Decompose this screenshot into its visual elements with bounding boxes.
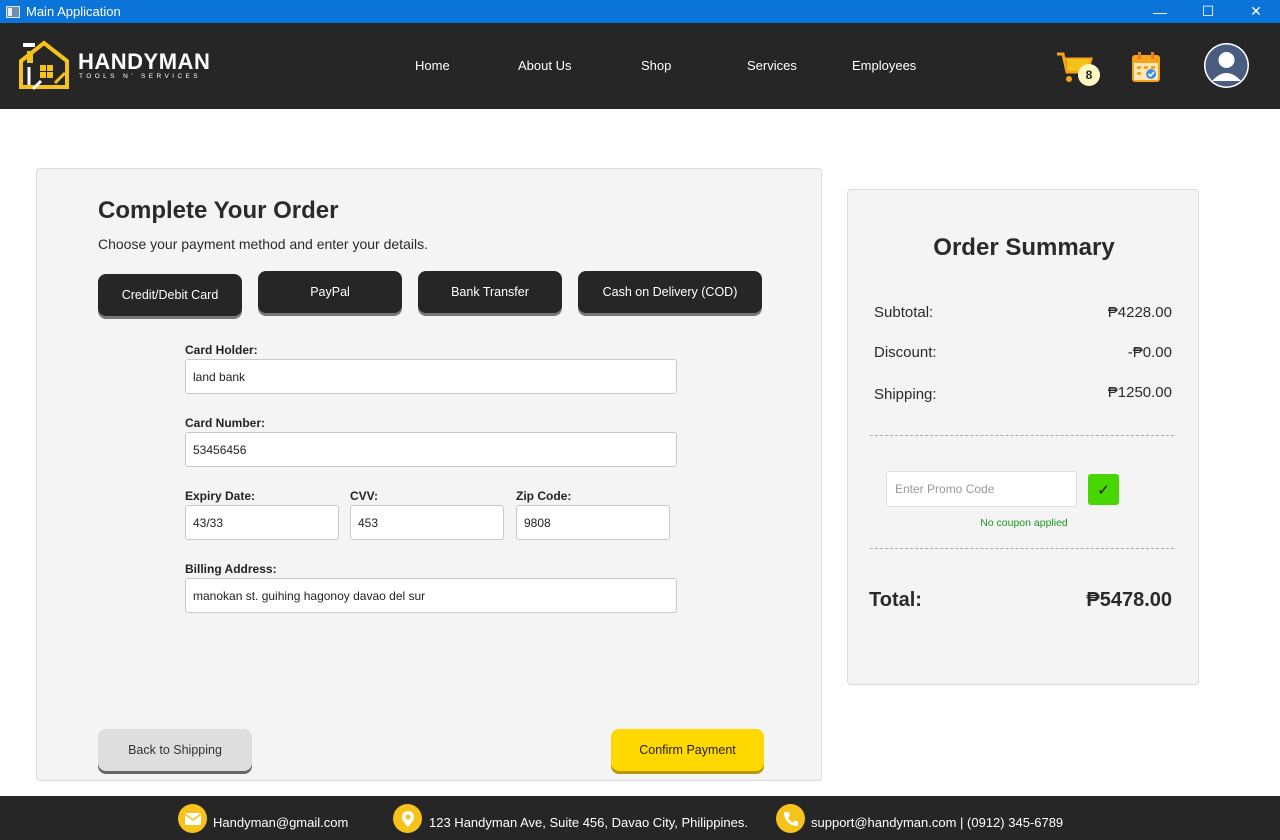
- app-header: HANDYMAN TOOLS N' SERVICES Home About Us…: [0, 23, 1280, 109]
- summary-divider: [870, 435, 1174, 436]
- cvv-input[interactable]: 453: [350, 505, 504, 540]
- nav-home[interactable]: Home: [415, 58, 450, 73]
- close-button[interactable]: ✕: [1232, 0, 1280, 23]
- card-number-label: Card Number:: [185, 416, 266, 430]
- shipping-value: ₱1250.00: [1107, 384, 1172, 401]
- payment-method-bank-transfer-button[interactable]: Bank Transfer: [418, 271, 562, 313]
- footer-email[interactable]: Handyman@gmail.com: [213, 815, 348, 830]
- window-titlebar: Main Application — ☐ ✕: [0, 0, 1280, 23]
- app-icon: [6, 5, 20, 18]
- maximize-button[interactable]: ☐: [1184, 0, 1232, 23]
- brand-name: HANDYMAN: [78, 49, 211, 74]
- payment-method-cod-button[interactable]: Cash on Delivery (COD): [578, 271, 762, 313]
- window-title: Main Application: [26, 4, 121, 19]
- expiry-date-label: Expiry Date:: [185, 489, 256, 503]
- page-subtitle: Choose your payment method and enter you…: [98, 236, 428, 252]
- calendar-icon[interactable]: [1131, 51, 1161, 83]
- profile-avatar[interactable]: [1204, 43, 1249, 88]
- promo-code-input[interactable]: Enter Promo Code: [886, 471, 1077, 507]
- footer-support[interactable]: support@handyman.com | (0912) 345-6789: [811, 815, 1063, 830]
- back-to-shipping-button[interactable]: Back to Shipping: [98, 729, 252, 771]
- shipping-label: Shipping:: [874, 386, 937, 403]
- nav-shop[interactable]: Shop: [641, 58, 671, 73]
- payment-method-card-button[interactable]: Credit/Debit Card: [98, 274, 242, 316]
- cvv-label: CVV:: [350, 489, 379, 503]
- nav-about-us[interactable]: About Us: [518, 58, 571, 73]
- summary-title: Order Summary: [933, 234, 1115, 261]
- total-value: ₱5478.00: [1086, 589, 1172, 611]
- card-holder-label: Card Holder:: [185, 343, 258, 357]
- discount-value: -₱0.00: [1127, 344, 1172, 361]
- card-holder-input[interactable]: land bank: [185, 359, 677, 394]
- nav-employees[interactable]: Employees: [852, 58, 916, 73]
- window-controls: — ☐ ✕: [1136, 0, 1280, 23]
- expiry-date-input[interactable]: 43/33: [185, 505, 339, 540]
- apply-promo-button[interactable]: ✓: [1088, 474, 1119, 505]
- footer-address: 123 Handyman Ave, Suite 456, Davao City,…: [429, 815, 748, 830]
- subtotal-label: Subtotal:: [874, 304, 934, 321]
- phone-icon: [776, 804, 805, 833]
- payment-form-card: Complete Your Order Choose your payment …: [36, 168, 822, 781]
- mail-icon: [178, 804, 207, 833]
- brand-logo[interactable]: HANDYMAN TOOLS N' SERVICES: [15, 37, 215, 93]
- zip-code-label: Zip Code:: [516, 489, 572, 503]
- zip-code-input[interactable]: 9808: [516, 505, 670, 540]
- location-pin-icon: [393, 804, 422, 833]
- app-footer: Handyman@gmail.com 123 Handyman Ave, Sui…: [0, 796, 1280, 840]
- order-summary-card: Order Summary Subtotal: ₱4228.00 Discoun…: [847, 189, 1199, 685]
- discount-label: Discount:: [874, 344, 937, 361]
- coupon-status-text: No coupon applied: [980, 517, 1068, 529]
- payment-method-paypal-button[interactable]: PayPal: [258, 271, 402, 313]
- brand-tagline: TOOLS N' SERVICES: [79, 73, 202, 80]
- minimize-button[interactable]: —: [1136, 0, 1184, 23]
- page-title: Complete Your Order: [98, 197, 339, 224]
- confirm-payment-button[interactable]: Confirm Payment: [611, 729, 764, 771]
- avatar-icon: [1205, 44, 1248, 87]
- nav-services[interactable]: Services: [747, 58, 797, 73]
- summary-divider: [870, 548, 1174, 549]
- cart-count-badge: 8: [1078, 64, 1100, 86]
- subtotal-value: ₱4228.00: [1107, 304, 1172, 321]
- house-logo-icon: [19, 40, 69, 91]
- card-number-input[interactable]: 53456456: [185, 432, 677, 467]
- billing-address-label: Billing Address:: [185, 562, 277, 576]
- billing-address-input[interactable]: manokan st. guihing hagonoy davao del su…: [185, 578, 677, 613]
- total-label: Total:: [869, 589, 922, 611]
